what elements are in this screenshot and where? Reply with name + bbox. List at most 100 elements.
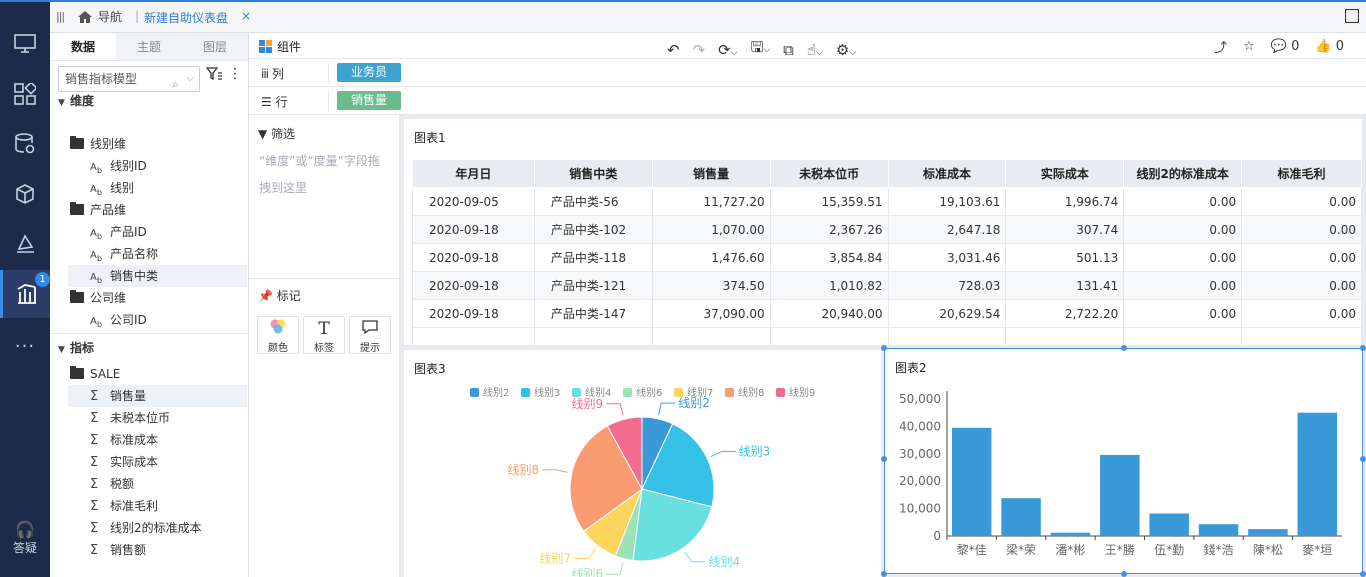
refresh-icon[interactable]: ⟳⌵ (718, 41, 737, 59)
dashboard-icon[interactable]: 1 (0, 270, 50, 318)
tree-field[interactable]: Ab 公司ID (90, 309, 147, 331)
tab-data[interactable]: 数据 (50, 33, 116, 60)
column-header[interactable]: 销售量 (651, 159, 771, 188)
resize-handle[interactable] (1121, 345, 1127, 351)
table-row[interactable]: 2020-09-05 产品中类-56 11,727.20 15,359.51 19,10… (412, 187, 1362, 216)
resize-handle[interactable] (1360, 345, 1366, 351)
resize-handle[interactable] (881, 456, 887, 462)
tree-folder[interactable]: 线别维 (70, 133, 126, 155)
database-icon[interactable] (0, 120, 50, 168)
tree-field[interactable]: Ab 线别 (90, 177, 134, 199)
help-button[interactable]: 🎧 答疑 (0, 520, 50, 556)
column-header[interactable]: 销售中类 (533, 159, 653, 188)
more-icon[interactable]: ··· (0, 322, 50, 370)
more-vertical-icon[interactable]: ⋮ (228, 66, 242, 82)
chart1-card[interactable]: 图表1 年月日 销售中类 销售量 未税本位币 标准成本 实际成本 线别2的标准成… (404, 119, 1362, 345)
resize-handle[interactable] (881, 345, 887, 351)
dimension-group[interactable]: ▼ 维度 (58, 90, 94, 112)
legend-item[interactable]: 线别8 (725, 386, 764, 399)
legend-item[interactable]: 线别9 (776, 386, 815, 399)
resize-handle[interactable] (1121, 571, 1127, 577)
mark-tooltip-button[interactable]: 提示 (349, 316, 391, 354)
menu-grip-icon[interactable]: ||| (56, 10, 65, 23)
apps-icon[interactable] (0, 70, 50, 118)
column-pill[interactable]: 业务员 (337, 63, 401, 82)
legend-swatch (776, 388, 785, 397)
undo-icon[interactable]: ↶ (667, 41, 680, 59)
filter-drop-zone[interactable]: “维度”或“度量”字段拖拽到这里 (259, 148, 389, 202)
bar[interactable] (1100, 454, 1140, 536)
nav-home[interactable]: 导航 (77, 8, 122, 25)
comment-button[interactable]: 💬 0 (1271, 39, 1300, 54)
bar[interactable] (1297, 412, 1338, 536)
components-button[interactable]: 组件 (259, 38, 301, 55)
bar[interactable] (1198, 524, 1239, 536)
tree-folder[interactable]: 产品维 (70, 199, 126, 221)
row-shelf-label: ☰ 行 (261, 93, 288, 110)
tree-field[interactable]: Ab 产品ID (90, 221, 147, 243)
mark-label-button[interactable]: T 标签 (303, 316, 345, 354)
chart3-card[interactable]: 图表3 线别2 线别3 线别4 线别6 线别7 线别8 线别9 线别2 线别3 线别4 线别6 线别7… (404, 350, 881, 577)
table-row[interactable]: 2020-09-18 产品中类-102 1,070.00 2,367.26 2,647.… (412, 215, 1362, 244)
tree-folder[interactable]: SALE (70, 363, 120, 385)
tree-field[interactable]: Ab 产品名称 (90, 243, 158, 265)
tab-close-icon[interactable]: × (241, 9, 251, 23)
chevron-down-icon[interactable]: ⌵ (186, 67, 194, 91)
measure-field[interactable]: Σ 实际成本 (90, 451, 158, 473)
cube-icon[interactable] (0, 170, 50, 218)
bar[interactable] (1001, 498, 1041, 536)
tab-layer[interactable]: 图层 (182, 33, 248, 60)
table-row[interactable]: 2020-09-18 产品中类-147 37,090.00 20,940.00 20,6… (412, 299, 1362, 328)
tree-folder-label: SALE (90, 367, 121, 381)
tree-field-selected[interactable]: Ab 销售中类 (68, 265, 247, 287)
legend-item[interactable]: 线别3 (521, 386, 560, 399)
field-filter-icon[interactable] (205, 67, 222, 84)
bar[interactable] (1050, 532, 1091, 536)
bar[interactable] (1248, 529, 1288, 536)
resize-handle[interactable] (1360, 571, 1366, 577)
like-button[interactable]: 👍 0 (1315, 39, 1344, 54)
bar[interactable] (1149, 513, 1189, 536)
bar[interactable] (951, 427, 992, 536)
preview-icon[interactable]: ⧉ (783, 41, 794, 59)
column-header[interactable]: 实际成本 (1005, 159, 1125, 188)
column-header[interactable]: 线别2的标准成本 (1123, 159, 1243, 188)
row-pill[interactable]: 销售量 (337, 91, 401, 110)
measure-field[interactable]: Σ 销售额 (90, 539, 146, 561)
star-icon[interactable]: ☆ (1243, 39, 1255, 54)
folder-icon (70, 136, 84, 149)
column-header[interactable]: 标准成本 (887, 159, 1007, 188)
table-row[interactable]: 2020-09-18 产品中类-118 1,476.60 3,854.84 3,031.… (412, 243, 1362, 272)
tab-theme[interactable]: 主题 (116, 33, 182, 60)
legend-item[interactable]: 线别6 (623, 386, 662, 399)
chart2-card[interactable]: 图表2 0 10,000 20,000 30,000 40,000 50,000 黎*佳 梁*… (881, 345, 1366, 577)
settings-icon[interactable]: ⚙⌵ (836, 41, 856, 59)
hand-icon[interactable]: ☝⌵ (807, 41, 823, 59)
column-header[interactable]: 未税本位币 (769, 159, 889, 188)
mark-color-button[interactable]: 颜色 (257, 316, 299, 354)
legend-item[interactable]: 线别2 (470, 386, 509, 399)
redo-icon[interactable]: ↷ (693, 41, 706, 59)
column-header[interactable]: 标准毛利 (1241, 159, 1362, 188)
measure-field[interactable]: Σ 未税本位币 (90, 407, 170, 429)
tab-current[interactable]: 新建自助仪表盘 (144, 9, 228, 26)
measure-field[interactable]: Σ 标准毛利 (90, 495, 158, 517)
resize-handle[interactable] (1360, 456, 1366, 462)
tree-field[interactable]: Ab 线别ID (90, 155, 147, 177)
measure-field[interactable]: Σ 税额 (90, 473, 134, 495)
table-row[interactable]: 2020-09-18 产品中类-121 374.50 1,010.82 728.03 13… (412, 271, 1362, 300)
column-header[interactable]: 年月日 (412, 159, 535, 188)
model-select[interactable]: 销售指标模型 ⌕ ⌵ (58, 66, 200, 92)
monitor-icon[interactable] (0, 20, 50, 68)
share-icon[interactable]: ⤴ (1214, 37, 1227, 56)
maximize-icon[interactable] (1345, 9, 1359, 23)
measure-field[interactable]: Σ 标准成本 (90, 429, 158, 451)
measure-field-selected[interactable]: Σ 销售量 (68, 385, 247, 407)
resize-handle[interactable] (881, 571, 887, 577)
tree-folder[interactable]: 公司维 (70, 287, 126, 309)
search-icon[interactable]: ⌕ (172, 72, 179, 96)
measure-field[interactable]: Σ 线别2的标准成本 (90, 517, 202, 539)
ruler-icon[interactable] (0, 220, 50, 268)
x-tick-label: 麥*垣 (1302, 543, 1332, 557)
measure-group[interactable]: ▼ 指标 (58, 337, 94, 359)
